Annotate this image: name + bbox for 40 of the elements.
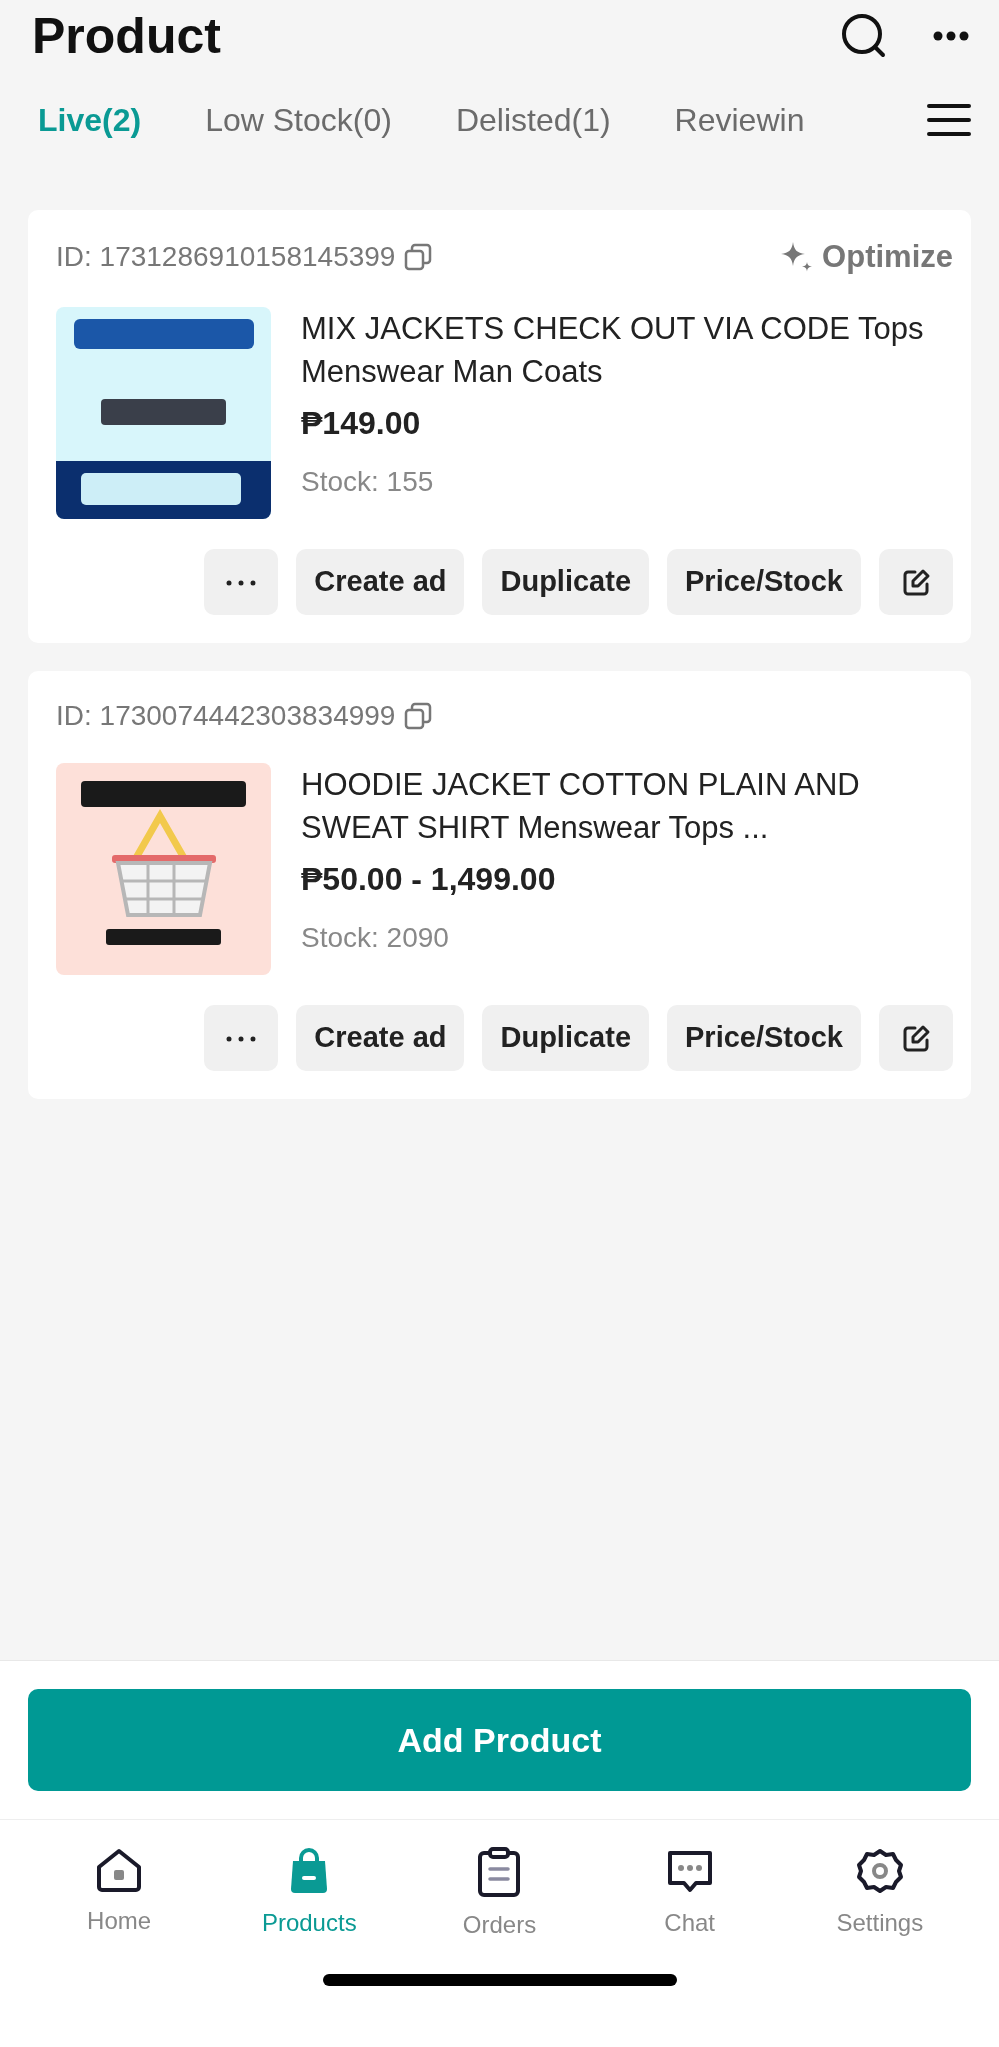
tab[interactable]: Delisted(1)	[455, 100, 611, 140]
action-button[interactable]: Create ad	[296, 1004, 465, 1071]
edit-button[interactable]	[879, 548, 953, 615]
action-button[interactable]: Price/Stock	[667, 1004, 861, 1071]
search-icon[interactable]	[841, 13, 887, 59]
nav-item[interactable]: Products	[244, 1846, 375, 1944]
copy-icon[interactable]	[403, 700, 434, 731]
tab[interactable]: Low Stock(0)	[205, 100, 392, 140]
settings-icon	[855, 1847, 904, 1895]
nav-item[interactable]: Settings	[814, 1846, 945, 1944]
page-title: Product	[32, 7, 221, 66]
product-title: HOODIE JACKET COTTON PLAIN AND SWEAT SHIRT Menswear Tops ...	[301, 765, 861, 847]
home-icon	[95, 1847, 144, 1893]
action-button[interactable]: Duplicate	[482, 1004, 649, 1071]
nav-item[interactable]: Chat	[624, 1846, 755, 1944]
action-button[interactable]: Create ad	[296, 548, 465, 615]
edit-icon	[901, 1024, 931, 1055]
nav-item[interactable]: Orders	[434, 1846, 565, 1944]
stock-count: Stock: 155	[301, 464, 435, 499]
optimize-button[interactable]: Optimize	[780, 234, 953, 281]
product-title: MIX JACKETS CHECK OUT VIA CODE Tops Menswear Man Coats	[301, 309, 925, 391]
clipboard-icon	[476, 1847, 523, 1897]
edit-icon	[901, 568, 931, 599]
action-button[interactable]: Duplicate	[482, 548, 649, 615]
more-icon[interactable]	[933, 31, 969, 41]
copy-icon[interactable]	[403, 242, 434, 273]
action-button[interactable]: Price/Stock	[667, 548, 861, 615]
dots-icon	[226, 1036, 257, 1043]
tab[interactable]: Live(2)	[38, 100, 142, 140]
product-price: ₱149.00	[301, 403, 422, 443]
nav-item[interactable]: Home	[54, 1846, 185, 1944]
add-product-button[interactable]: Add Product	[28, 1689, 971, 1791]
product-id: ID: 1730074442303834999	[56, 698, 396, 733]
stock-count: Stock: 2090	[301, 920, 450, 955]
product-id: ID: 1731286910158145399	[56, 240, 396, 275]
dots-icon	[226, 580, 257, 587]
edit-button[interactable]	[879, 1004, 953, 1071]
tab[interactable]: Reviewin	[674, 100, 805, 140]
menu-icon[interactable]	[927, 103, 971, 137]
product-price: ₱50.00 - 1,499.00	[301, 859, 557, 899]
